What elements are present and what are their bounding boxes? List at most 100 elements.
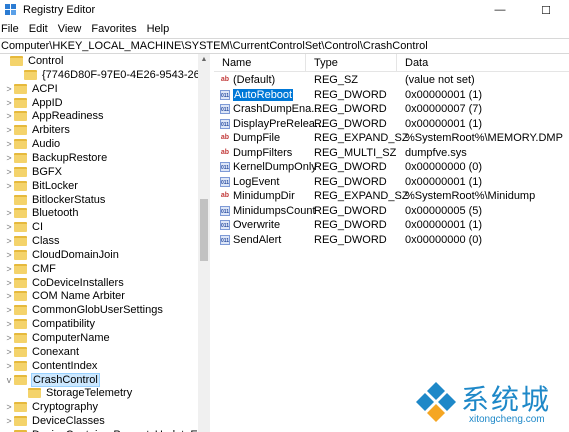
chevron-down-icon[interactable]: v xyxy=(4,375,14,385)
tree-node[interactable]: > ACPI xyxy=(4,82,59,96)
tree-node[interactable]: > Class xyxy=(4,234,61,248)
column-name[interactable]: Name xyxy=(214,53,306,72)
chevron-right-icon[interactable]: > xyxy=(4,84,14,94)
string-value-icon: ab xyxy=(220,76,230,84)
tree-node-label: Class xyxy=(32,235,60,248)
scroll-up-arrow-icon[interactable]: ▲ xyxy=(198,54,210,66)
minimize-button[interactable]: — xyxy=(477,0,523,20)
tree-node[interactable]: > COM Name Arbiter xyxy=(4,289,126,303)
value-name: DumpFile xyxy=(233,132,281,145)
tree-node[interactable]: > AppReadiness xyxy=(4,109,105,123)
tree-node-label: COM Name Arbiter xyxy=(32,290,125,303)
value-type: REG_DWORD xyxy=(314,88,387,101)
chevron-right-icon[interactable]: > xyxy=(4,347,14,357)
folder-icon xyxy=(14,208,27,219)
tree-node[interactable]: > CI xyxy=(4,220,44,234)
chevron-right-icon[interactable]: > xyxy=(4,181,14,191)
binary-value-icon: 011 xyxy=(220,89,230,100)
tree-node[interactable]: v CrashControl xyxy=(4,372,100,387)
tree-node[interactable]: > ContentIndex xyxy=(4,359,98,373)
chevron-right-icon[interactable]: > xyxy=(4,125,14,135)
chevron-right-icon[interactable]: > xyxy=(4,98,14,108)
chevron-right-icon[interactable]: > xyxy=(4,153,14,163)
tree-node[interactable]: > Compatibility xyxy=(4,317,96,331)
chevron-right-icon[interactable]: > xyxy=(4,416,14,426)
chevron-right-icon[interactable]: > xyxy=(4,111,14,121)
folder-icon xyxy=(14,291,27,302)
tree-node[interactable]: Control xyxy=(0,54,64,68)
value-data: 0x00000000 (0) xyxy=(405,161,483,174)
menu-edit[interactable]: Edit xyxy=(29,23,54,35)
tree-node[interactable]: > Conexant xyxy=(4,345,80,359)
tree-node-label: {7746D80F-97E0-4E26-9543-26B41FC22F79} xyxy=(42,68,209,81)
value-row[interactable]: ab (Default) REG_SZ (value not set) xyxy=(214,73,475,88)
value-row[interactable]: 011 DisplayPreRelea... REG_DWORD 0x00000001… xyxy=(214,117,482,132)
tree-node[interactable]: > DeviceClasses xyxy=(4,414,106,428)
tree-node[interactable]: BitlockerStatus xyxy=(4,193,106,207)
chevron-right-icon[interactable]: > xyxy=(4,208,14,218)
menu-favorites[interactable]: Favorites xyxy=(91,23,142,35)
tree-node[interactable]: > BGFX xyxy=(4,165,63,179)
value-data: 0x00000001 (1) xyxy=(405,88,483,101)
folder-icon xyxy=(10,56,23,66)
maximize-button[interactable]: ☐ xyxy=(523,0,569,20)
menu-help[interactable]: Help xyxy=(147,23,176,35)
tree-node[interactable]: > CMF xyxy=(4,262,57,276)
title-bar: Registry Editor — ☐ xyxy=(0,0,569,20)
menu-view[interactable]: View xyxy=(58,23,88,35)
tree-node[interactable]: > CoDeviceInstallers xyxy=(4,276,125,290)
column-type[interactable]: Type xyxy=(306,53,397,72)
chevron-right-icon[interactable]: > xyxy=(4,222,14,232)
tree-node[interactable]: > Bluetooth xyxy=(4,206,79,220)
chevron-right-icon[interactable]: > xyxy=(4,361,14,371)
chevron-right-icon[interactable]: > xyxy=(4,319,14,329)
column-data[interactable]: Data xyxy=(397,54,569,72)
value-row[interactable]: ab DumpFilters REG_MULTI_SZ dumpfve.sys xyxy=(214,146,467,161)
tree-node[interactable]: StorageTelemetry xyxy=(18,386,133,400)
chevron-right-icon[interactable]: > xyxy=(4,236,14,246)
tree-node-label: BitlockerStatus xyxy=(32,193,106,206)
tree-node[interactable]: > BitLocker xyxy=(4,179,79,193)
chevron-right-icon[interactable]: > xyxy=(4,305,14,315)
value-row[interactable]: 011 CrashDumpEna... REG_DWORD 0x00000007 (7… xyxy=(214,102,482,117)
folder-icon xyxy=(14,360,27,371)
chevron-right-icon[interactable]: > xyxy=(4,250,14,260)
chevron-right-icon[interactable]: > xyxy=(4,167,14,177)
tree-node[interactable]: > ComputerName xyxy=(4,331,111,345)
value-row[interactable]: 011 LogEvent REG_DWORD 0x00000001 (1) xyxy=(214,175,482,190)
tree-node[interactable]: >DeviceContainerPropertyUpdateEvents xyxy=(4,428,209,432)
tree-node[interactable]: > CloudDomainJoin xyxy=(4,248,120,262)
value-data: 0x00000000 (0) xyxy=(405,233,483,246)
folder-icon xyxy=(14,166,27,177)
tree-node[interactable]: > AppID xyxy=(4,96,64,110)
folder-icon xyxy=(14,111,27,122)
value-row[interactable]: 011 AutoReboot REG_DWORD 0x00000001 (1) xyxy=(214,88,482,103)
chevron-right-icon[interactable]: > xyxy=(4,278,14,288)
registry-tree[interactable]: Control{7746D80F-97E0-4E26-9543-26B41FC2… xyxy=(0,54,210,432)
folder-icon xyxy=(14,194,27,205)
tree-node[interactable]: > Cryptography xyxy=(4,400,99,414)
address-bar[interactable]: Computer\HKEY_LOCAL_MACHINE\SYSTEM\Curre… xyxy=(0,38,569,54)
scroll-thumb[interactable] xyxy=(200,199,208,261)
value-row[interactable]: 011 MinidumpsCount REG_DWORD 0x00000005 (5) xyxy=(214,204,482,219)
chevron-right-icon[interactable]: > xyxy=(4,139,14,149)
tree-node[interactable]: > Arbiters xyxy=(4,123,71,137)
tree-node-label: ACPI xyxy=(32,82,58,95)
tree-node[interactable]: > CommonGlobUserSettings xyxy=(4,303,164,317)
tree-node[interactable]: {7746D80F-97E0-4E26-9543-26B41FC22F79} xyxy=(14,68,209,82)
tree-node[interactable]: > BackupRestore xyxy=(4,151,108,165)
chevron-right-icon[interactable]: > xyxy=(4,333,14,343)
value-row[interactable]: 011 SendAlert REG_DWORD 0x00000000 (0) xyxy=(214,233,482,248)
tree-node[interactable]: > Audio xyxy=(4,137,61,151)
tree-scrollbar[interactable]: ▲ xyxy=(198,54,210,432)
value-row[interactable]: ab DumpFile REG_EXPAND_SZ %SystemRoot%\MEMO… xyxy=(214,131,563,146)
menu-file[interactable]: File xyxy=(1,23,25,35)
value-row[interactable]: ab MinidumpDir REG_EXPAND_SZ %SystemRoot%\M… xyxy=(214,189,535,204)
chevron-right-icon[interactable]: > xyxy=(4,402,14,412)
chevron-right-icon[interactable]: > xyxy=(4,264,14,274)
binary-value-icon: 011 xyxy=(220,118,230,129)
value-row[interactable]: 011 Overwrite REG_DWORD 0x00000001 (1) xyxy=(214,218,482,233)
value-row[interactable]: 011 KernelDumpOnly REG_DWORD 0x00000000 (0) xyxy=(214,160,482,175)
value-name: AutoReboot xyxy=(233,88,294,101)
chevron-right-icon[interactable]: > xyxy=(4,291,14,301)
